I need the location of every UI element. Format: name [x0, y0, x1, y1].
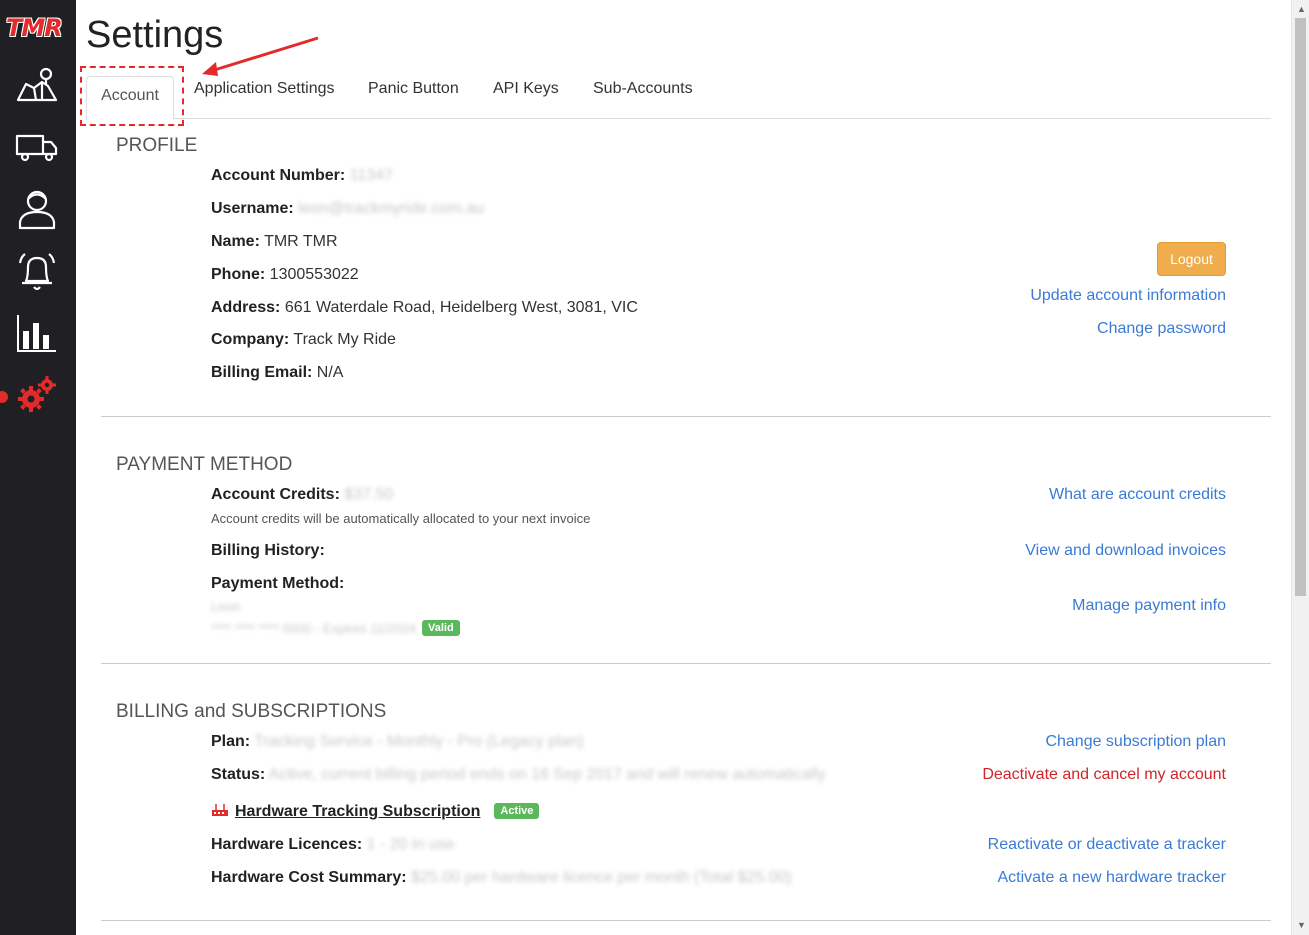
plan-row: Plan: Tracking Service - Monthly - Pro (… [211, 733, 584, 750]
router-icon [212, 804, 228, 816]
company-row: Company: Track My Ride [211, 331, 396, 348]
account-number-row: Account Number: 11347 [211, 167, 393, 184]
phone-row: Phone: 1300553022 [211, 266, 359, 283]
account-credits-value: $37.50 [344, 486, 394, 503]
change-plan-link[interactable]: Change subscription plan [1045, 733, 1226, 751]
change-password-link[interactable]: Change password [1097, 320, 1226, 338]
billing-email-value: N/A [316, 364, 344, 381]
truck-icon[interactable] [14, 124, 60, 170]
section-divider [101, 663, 1271, 664]
billing-history-row: Billing History: [211, 542, 325, 559]
hardware-licences-row: Hardware Licences: 1 - 20 in use [211, 836, 455, 853]
bell-icon[interactable] [14, 249, 60, 295]
address-value: 661 Waterdale Road, Heidelberg West, 308… [284, 299, 638, 316]
address-row: Address: 661 Waterdale Road, Heidelberg … [211, 299, 638, 316]
payment-section-title: PAYMENT METHOD [116, 454, 293, 475]
billing-email-row: Billing Email: N/A [211, 364, 344, 381]
section-divider [101, 920, 1271, 921]
reactivate-tracker-link[interactable]: Reactivate or deactivate a tracker [988, 836, 1226, 854]
scrollbar-thumb[interactable] [1295, 18, 1306, 596]
hardware-cost-row: Hardware Cost Summary: $25.00 per hardwa… [211, 869, 792, 886]
active-badge: Active [494, 803, 540, 819]
status-value: Active, current billing period ends on 1… [268, 766, 826, 783]
user-icon[interactable] [14, 186, 60, 232]
bar-chart-icon[interactable] [14, 311, 60, 357]
name-value: TMR TMR [264, 233, 338, 250]
phone-value: 1300553022 [269, 266, 359, 283]
view-invoices-link[interactable]: View and download invoices [1025, 542, 1226, 560]
tab-panic-button[interactable]: Panic Button [368, 80, 459, 98]
status-row: Status: Active, current billing period e… [211, 766, 826, 783]
section-divider [101, 416, 1271, 417]
card-name: Leon [211, 599, 240, 614]
account-credits-row: Account Credits: $37.50 [211, 486, 394, 503]
account-number-value: 11347 [349, 167, 393, 184]
scrollbar[interactable]: ▲ ▼ [1291, 0, 1309, 935]
tab-application-settings[interactable]: Application Settings [194, 80, 335, 98]
tab-sub-accounts[interactable]: Sub-Accounts [593, 80, 693, 98]
username-value: leon@trackmyride.com.au [298, 200, 485, 217]
manage-payment-link[interactable]: Manage payment info [1072, 597, 1226, 615]
billing-section-title: BILLING and SUBSCRIPTIONS [116, 701, 387, 722]
logout-button[interactable]: Logout [1157, 242, 1226, 276]
settings-tabs: Account Application Settings Panic Butto… [86, 68, 1271, 120]
scroll-up-icon[interactable]: ▲ [1297, 4, 1306, 14]
sidebar: TMR [0, 0, 76, 935]
activate-tracker-link[interactable]: Activate a new hardware tracker [997, 869, 1226, 887]
active-indicator [0, 391, 8, 403]
tab-api-keys[interactable]: API Keys [493, 80, 559, 98]
annotation-highlight-box [80, 66, 184, 126]
payment-method-row: Payment Method: [211, 575, 345, 592]
hardware-subscription-row: Hardware Tracking Subscription Active [211, 803, 540, 821]
name-row: Name: TMR TMR [211, 233, 338, 250]
hardware-subscription-link[interactable]: Hardware Tracking Subscription [235, 803, 480, 820]
gears-icon[interactable] [14, 373, 60, 419]
map-icon[interactable] [14, 62, 60, 108]
tmr-logo[interactable]: TMR [6, 14, 63, 42]
account-credits-link[interactable]: What are account credits [1049, 486, 1226, 504]
valid-badge: Valid [422, 620, 460, 636]
plan-value: Tracking Service - Monthly - Pro (Legacy… [254, 733, 584, 750]
main-content: Settings Account Application Settings Pa… [76, 0, 1291, 935]
card-details: **** **** **** 0000 - Expires 11/2024 Val… [211, 620, 460, 636]
scroll-down-icon[interactable]: ▼ [1297, 920, 1306, 930]
credits-note: Account credits will be automatically al… [211, 511, 591, 526]
deactivate-account-link[interactable]: Deactivate and cancel my account [982, 766, 1226, 784]
hardware-cost-value: $25.00 per hardware licence per month (T… [411, 869, 792, 886]
profile-section-title: PROFILE [116, 135, 198, 156]
username-row: Username: leon@trackmyride.com.au [211, 200, 485, 217]
update-account-link[interactable]: Update account information [1030, 287, 1226, 305]
company-value: Track My Ride [293, 331, 396, 348]
hardware-licences-value: 1 - 20 in use [366, 836, 455, 853]
